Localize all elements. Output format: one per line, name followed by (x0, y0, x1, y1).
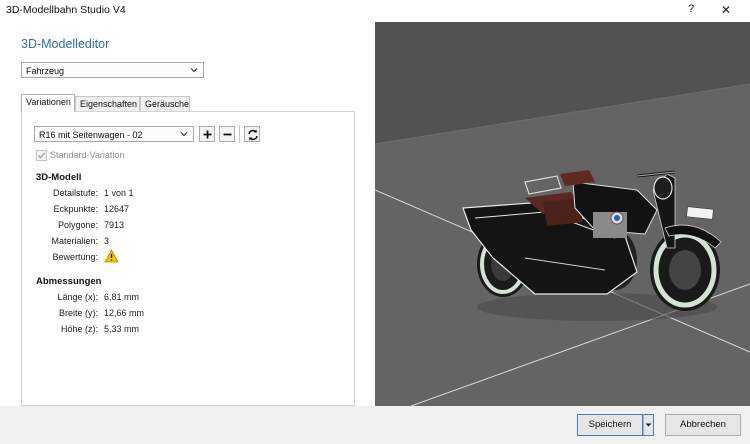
width-label: Breite (y): (58, 308, 98, 318)
polygons-label: Polygone: (57, 220, 98, 230)
tab-eigenschaften[interactable]: Eigenschaften (75, 96, 140, 111)
height-label: Höhe (z): (60, 324, 98, 334)
detail-level-value: 1 von 1 (104, 188, 134, 198)
length-label: Länge (x): (57, 292, 98, 302)
length-value: 6,81 mm (104, 292, 140, 302)
close-button[interactable]: ✕ (718, 3, 734, 19)
vertices-label: Eckpunkte: (53, 204, 98, 214)
standard-variation-checkbox[interactable] (36, 150, 47, 161)
title-bar: 3D-Modellbahn Studio V4 ? ✕ (0, 0, 750, 22)
toolbar-divider (239, 125, 240, 143)
dialog-footer: Speichern Abbrechen (0, 406, 750, 444)
model-section-title: 3D-Modell (36, 172, 82, 183)
warning-icon (104, 249, 119, 265)
chevron-down-icon (178, 128, 190, 140)
chevron-down-icon (188, 64, 200, 76)
refresh-variation-button[interactable] (244, 126, 260, 142)
save-options-button[interactable] (643, 414, 654, 436)
polygons-value: 7913 (104, 220, 125, 230)
caret-down-icon (645, 423, 652, 427)
variation-select-value: R16 mit Seitenwagen - 02 (39, 130, 143, 140)
cancel-button[interactable]: Abbrechen (665, 414, 741, 436)
checkmark-icon (38, 152, 46, 159)
width-value: 12,66 mm (104, 308, 145, 318)
remove-variation-button[interactable] (219, 126, 235, 142)
add-variation-button[interactable] (199, 126, 215, 142)
help-button[interactable]: ? (683, 3, 699, 19)
window-title: 3D-Modellbahn Studio V4 (6, 4, 126, 16)
dimensions-section-title: Abmessungen (36, 276, 102, 287)
variation-select[interactable]: R16 mit Seitenwagen - 02 (34, 126, 194, 142)
standard-variation-label: Standard-Variation (50, 150, 125, 160)
detail-level-label: Detailstufe: (52, 188, 98, 198)
materials-label: Materialien: (51, 236, 98, 246)
tab-geraeusche[interactable]: Geräusche (140, 96, 190, 111)
materials-value: 3 (104, 236, 110, 246)
refresh-icon (248, 129, 258, 141)
height-value: 5,33 mm (104, 324, 140, 334)
3d-viewport[interactable] (375, 22, 750, 406)
tab-variationen[interactable]: Variationen (21, 94, 75, 112)
variations-panel: R16 mit Seitenwagen - 02 Standard-Variat… (21, 111, 355, 406)
plus-icon (203, 130, 212, 139)
editor-heading: 3D-Modelleditor (21, 37, 110, 51)
save-button[interactable]: Speichern (577, 414, 643, 436)
scene-render (375, 22, 750, 406)
editor-pane: 3D-Modelleditor Fahrzeug Variationen Eig… (0, 22, 375, 406)
vertices-value: 12647 (104, 204, 130, 214)
category-select[interactable]: Fahrzeug (21, 62, 204, 78)
category-select-value: Fahrzeug (26, 66, 65, 76)
rating-label: Bewertung: (52, 252, 98, 262)
minus-icon (223, 133, 232, 136)
